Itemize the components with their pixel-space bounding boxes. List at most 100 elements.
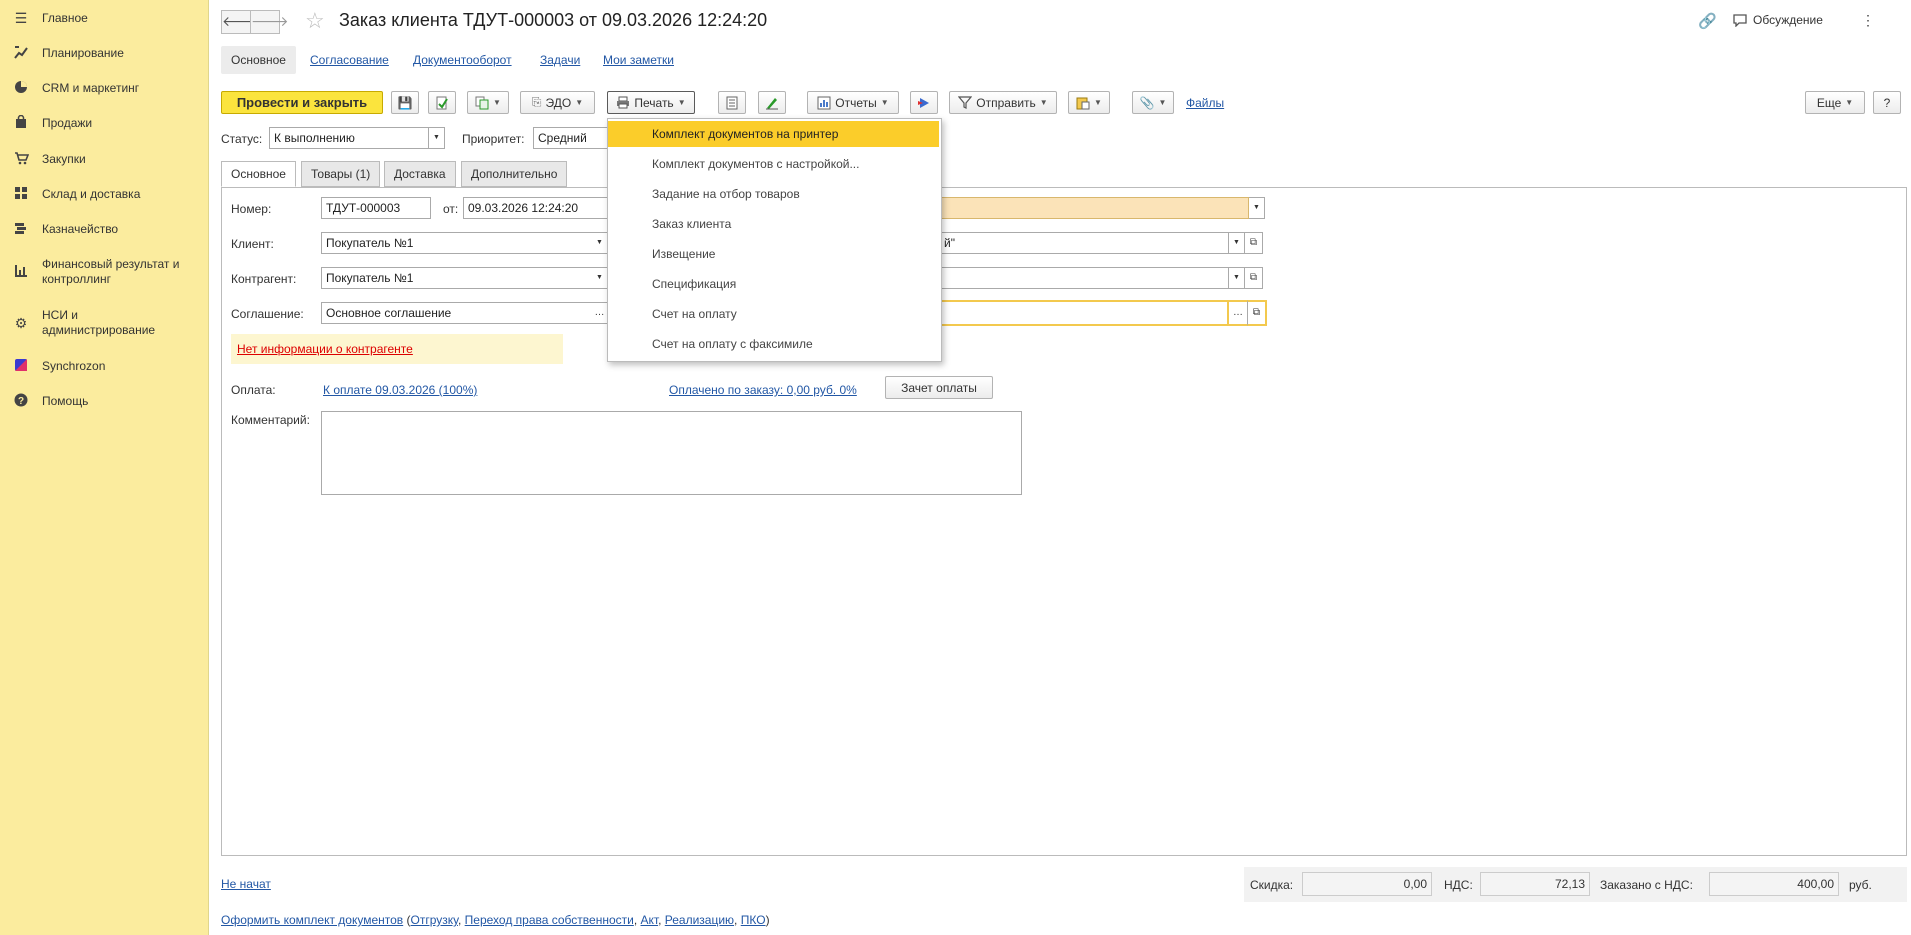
nav-link-tasks[interactable]: Задачи [540, 53, 580, 67]
tab-additional[interactable]: Дополнительно [461, 161, 568, 187]
pie-chart-icon [12, 80, 30, 97]
sidebar-item-finance[interactable]: Финансовый результат и контроллинг [0, 256, 208, 288]
attachment-button[interactable]: 📎 ▼ [1132, 91, 1174, 114]
forward-button[interactable]: 🡒 [250, 10, 289, 34]
right-field-4[interactable] [939, 300, 1229, 326]
right-field-4-open[interactable]: ⧉ [1247, 300, 1267, 326]
print-menu-item[interactable]: Комплект документов на принтер [608, 121, 939, 147]
docs-item-ownership[interactable]: Переход права собственности [465, 913, 634, 927]
docs-item-act[interactable]: Акт [641, 913, 659, 927]
nav-link-docflow[interactable]: Документооборот [413, 53, 512, 67]
sidebar-item-purchases[interactable]: Закупки [0, 150, 208, 168]
save-button[interactable]: 💾 [391, 91, 419, 114]
paren-close: ) [765, 913, 770, 927]
print-button[interactable]: Печать ▼ [607, 91, 695, 114]
post-button[interactable] [428, 91, 456, 114]
docs-item-pko[interactable]: ПКО [741, 913, 766, 927]
discussion-button[interactable]: Обсуждение [1733, 13, 1823, 27]
arrow-right-icon: 🡒 [251, 13, 289, 29]
run-button[interactable] [910, 91, 938, 114]
print-menu-item[interactable]: Спецификация [608, 271, 939, 297]
sidebar-item-admin[interactable]: ⚙ НСИ и администрирование [0, 307, 208, 339]
print-menu-item[interactable]: Задание на отбор товаров [608, 181, 939, 207]
print-menu-item[interactable]: Заказ клиента [608, 211, 939, 237]
contractor-dropdown[interactable]: ▼ [592, 267, 608, 289]
nav-link-main[interactable]: Основное [221, 46, 296, 74]
date-label: от: [443, 202, 459, 216]
agreement-select[interactable]: … [592, 302, 608, 324]
nav-link-approval[interactable]: Согласование [310, 53, 389, 67]
no-info-link[interactable]: Нет информации о контрагенте [237, 342, 413, 356]
payment-link[interactable]: К оплате 09.03.2026 (100%) [323, 383, 477, 397]
comment-field[interactable] [321, 411, 1022, 495]
help-button[interactable]: ? [1873, 91, 1901, 114]
star-icon[interactable]: ☆ [305, 8, 325, 34]
agreement-field[interactable]: Основное соглашение [321, 302, 601, 324]
paid-link[interactable]: Оплачено по заказу: 0,00 руб. 0% [669, 383, 857, 397]
sidebar-item-treasury[interactable]: Казначейство [0, 220, 208, 238]
tab-goods[interactable]: Товары (1) [301, 161, 381, 187]
chevron-down-icon: ▼ [880, 98, 889, 107]
print-menu-item[interactable]: Счет на оплату [608, 301, 939, 327]
right-field-2[interactable]: й" [939, 232, 1229, 254]
link-icon[interactable]: 🔗 [1698, 12, 1717, 30]
priority-field[interactable]: Средний [533, 127, 613, 149]
tab-main[interactable]: Основное [221, 161, 296, 187]
more-label: Еще [1816, 95, 1842, 110]
sidebar-item-label: Продажи [42, 115, 93, 130]
highlighted-field[interactable] [939, 197, 1249, 219]
page-title: Заказ клиента ТДУТ-000003 от 09.03.2026 … [339, 10, 768, 30]
sidebar-item-crm[interactable]: CRM и маркетинг [0, 79, 208, 97]
sidebar-item-planning[interactable]: Планирование [0, 44, 208, 62]
chevron-down-icon: ▼ [1039, 98, 1048, 107]
document-structure-button[interactable] [718, 91, 746, 114]
highlighted-field-dropdown[interactable]: ▼ [1249, 197, 1265, 219]
edo-label: ЭДО [545, 95, 572, 110]
right-field-4-select[interactable]: … [1229, 300, 1247, 326]
print-menu-item[interactable]: Извещение [608, 241, 939, 267]
edo-icon: ⎘ [531, 95, 542, 109]
chat-icon [1733, 13, 1747, 27]
contractor-field[interactable]: Покупатель №1 [321, 267, 601, 289]
print-menu-item[interactable]: Счет на оплату с факсимиле [608, 331, 939, 357]
client-dropdown[interactable]: ▼ [592, 232, 608, 254]
clipboard-button[interactable]: ▼ [1068, 91, 1110, 114]
offset-payment-button[interactable]: Зачет оплаты [885, 376, 993, 399]
post-and-close-button[interactable]: Провести и закрыть [221, 91, 383, 114]
totals-panel: Скидка: 0,00 НДС: 72,13 Заказано с НДС: … [1244, 867, 1907, 902]
edo-button[interactable]: ⎘ ЭДО ▼ [520, 91, 595, 114]
docs-link[interactable]: Оформить комплект документов [221, 913, 403, 927]
sign-button[interactable] [758, 91, 786, 114]
right-field-2-dropdown[interactable]: ▼ [1229, 232, 1245, 254]
sidebar-item-label: Synchrozon [42, 358, 106, 373]
sidebar-item-synchrozon[interactable]: Synchrozon [0, 357, 208, 375]
sidebar-item-sales[interactable]: Продажи [0, 114, 208, 132]
right-field-3-open[interactable]: ⧉ [1245, 267, 1263, 289]
sidebar-item-help[interactable]: ? Помощь [0, 392, 208, 410]
more-vertical-icon[interactable]: ⋮ [1861, 12, 1875, 29]
sidebar-item-warehouse[interactable]: Склад и доставка [0, 185, 208, 203]
sidebar-item-main[interactable]: ☰ Главное [0, 9, 208, 27]
bag-icon [12, 114, 30, 132]
reports-button[interactable]: Отчеты ▼ [807, 91, 899, 114]
more-button[interactable]: Еще ▼ [1805, 91, 1865, 114]
chevron-down-icon: ▼ [1253, 204, 1260, 211]
create-based-on-button[interactable]: ▼ [467, 91, 509, 114]
status-dropdown[interactable]: ▼ [429, 127, 445, 149]
tab-delivery[interactable]: Доставка [384, 161, 456, 187]
right-field-3[interactable] [939, 267, 1229, 289]
client-field[interactable]: Покупатель №1 [321, 232, 601, 254]
back-button[interactable]: 🡐 [221, 10, 260, 34]
nav-link-notes[interactable]: Мои заметки [603, 53, 674, 67]
docs-item-sale[interactable]: Реализацию [665, 913, 734, 927]
status-link[interactable]: Не начат [221, 877, 271, 891]
files-link[interactable]: Файлы [1186, 96, 1224, 110]
send-button[interactable]: Отправить ▼ [949, 91, 1057, 114]
docs-item-shipment[interactable]: Отгрузку [411, 913, 458, 927]
print-menu-item[interactable]: Комплект документов с настройкой... [608, 151, 939, 177]
status-field[interactable]: К выполнению [269, 127, 429, 149]
date-field[interactable]: 09.03.2026 12:24:20 [463, 197, 613, 219]
right-field-2-open[interactable]: ⧉ [1245, 232, 1263, 254]
right-field-3-dropdown[interactable]: ▼ [1229, 267, 1245, 289]
number-field[interactable]: ТДУТ-000003 [321, 197, 431, 219]
